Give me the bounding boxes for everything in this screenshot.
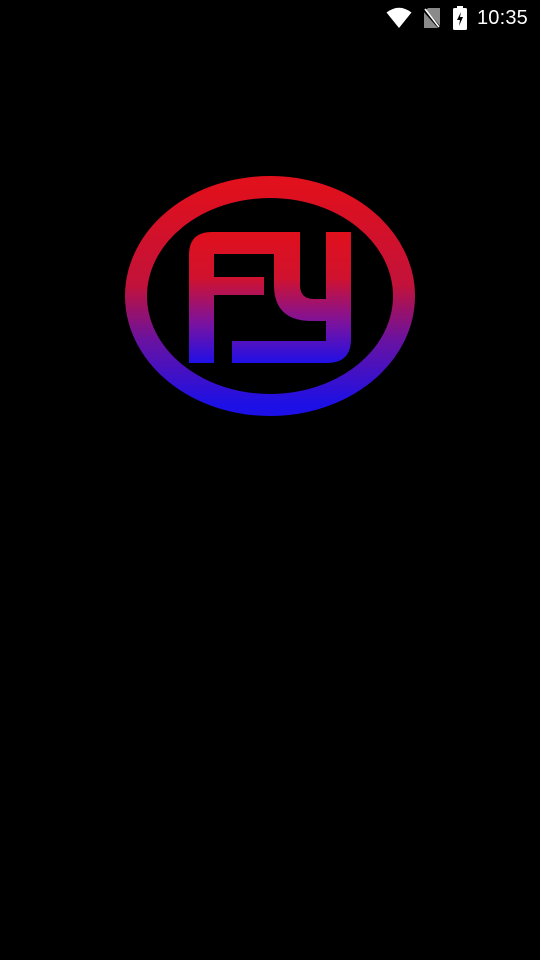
fy-logo-icon [125, 176, 415, 416]
splash-screen [0, 0, 540, 960]
wifi-icon [385, 6, 413, 30]
no-sim-icon [422, 7, 441, 29]
status-bar: 10:35 [0, 0, 540, 36]
status-icons: 10:35 [385, 5, 528, 31]
battery-charging-icon [452, 6, 467, 30]
status-time: 10:35 [476, 7, 528, 29]
app-logo [124, 175, 416, 417]
